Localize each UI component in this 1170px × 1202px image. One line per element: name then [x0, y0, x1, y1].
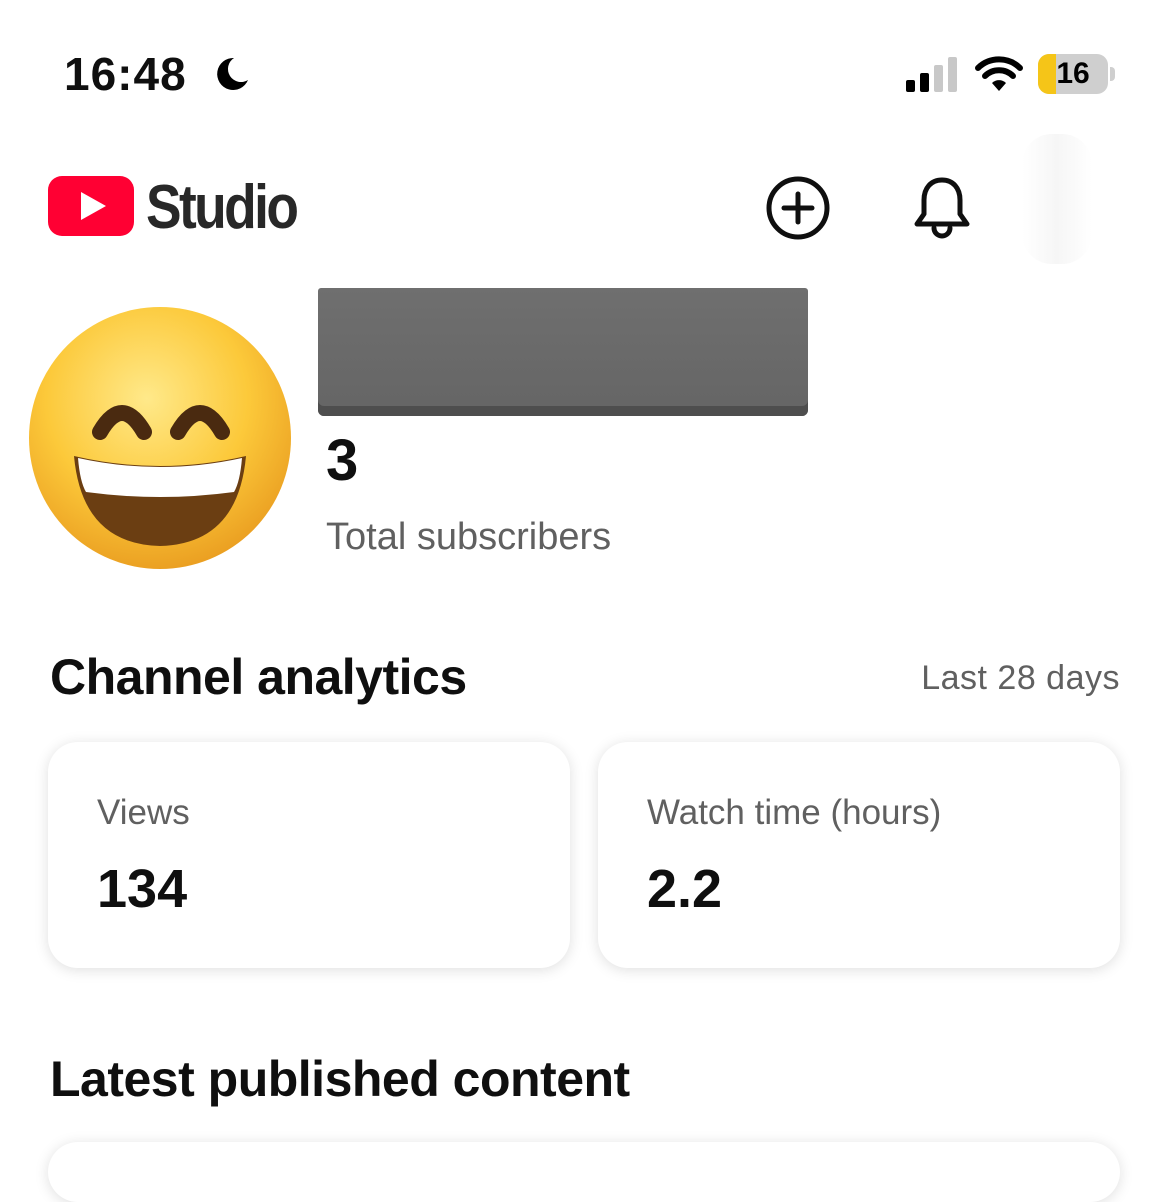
- cellular-signal-icon: [906, 57, 957, 92]
- studio-wordmark: Studio: [146, 173, 299, 242]
- battery-level: 16: [1056, 57, 1090, 90]
- views-card[interactable]: Views 134: [48, 742, 570, 968]
- battery-cap: [1110, 67, 1115, 81]
- subscriber-label: Total subscribers: [326, 516, 612, 558]
- account-avatar[interactable]: [1022, 134, 1092, 264]
- grinning-face-emoji: [29, 307, 291, 569]
- channel-name-redacted: [318, 288, 808, 416]
- watch-time-card[interactable]: Watch time (hours) 2.2: [598, 742, 1120, 968]
- subscriber-count: 3: [326, 428, 359, 493]
- latest-content-title: Latest published content: [50, 1051, 630, 1107]
- moon-icon: [217, 57, 248, 90]
- wifi-icon: [975, 56, 1023, 91]
- status-time: 16:48: [64, 48, 187, 100]
- youtube-logo-icon: [48, 176, 134, 236]
- latest-content-card[interactable]: [48, 1142, 1120, 1202]
- battery-body: 16: [1038, 54, 1108, 94]
- create-button[interactable]: [758, 170, 838, 250]
- views-label: Views: [97, 793, 190, 832]
- watch-time-value: 2.2: [647, 859, 723, 919]
- channel-analytics-title: Channel analytics: [50, 649, 467, 705]
- analytics-period: Last 28 days: [921, 659, 1120, 697]
- bell-icon: [914, 177, 970, 239]
- watch-time-label: Watch time (hours): [647, 793, 942, 832]
- views-value: 134: [97, 859, 188, 919]
- notifications-button[interactable]: [902, 170, 982, 250]
- create-plus-icon: [766, 176, 830, 240]
- battery-indicator: 16: [1038, 54, 1116, 94]
